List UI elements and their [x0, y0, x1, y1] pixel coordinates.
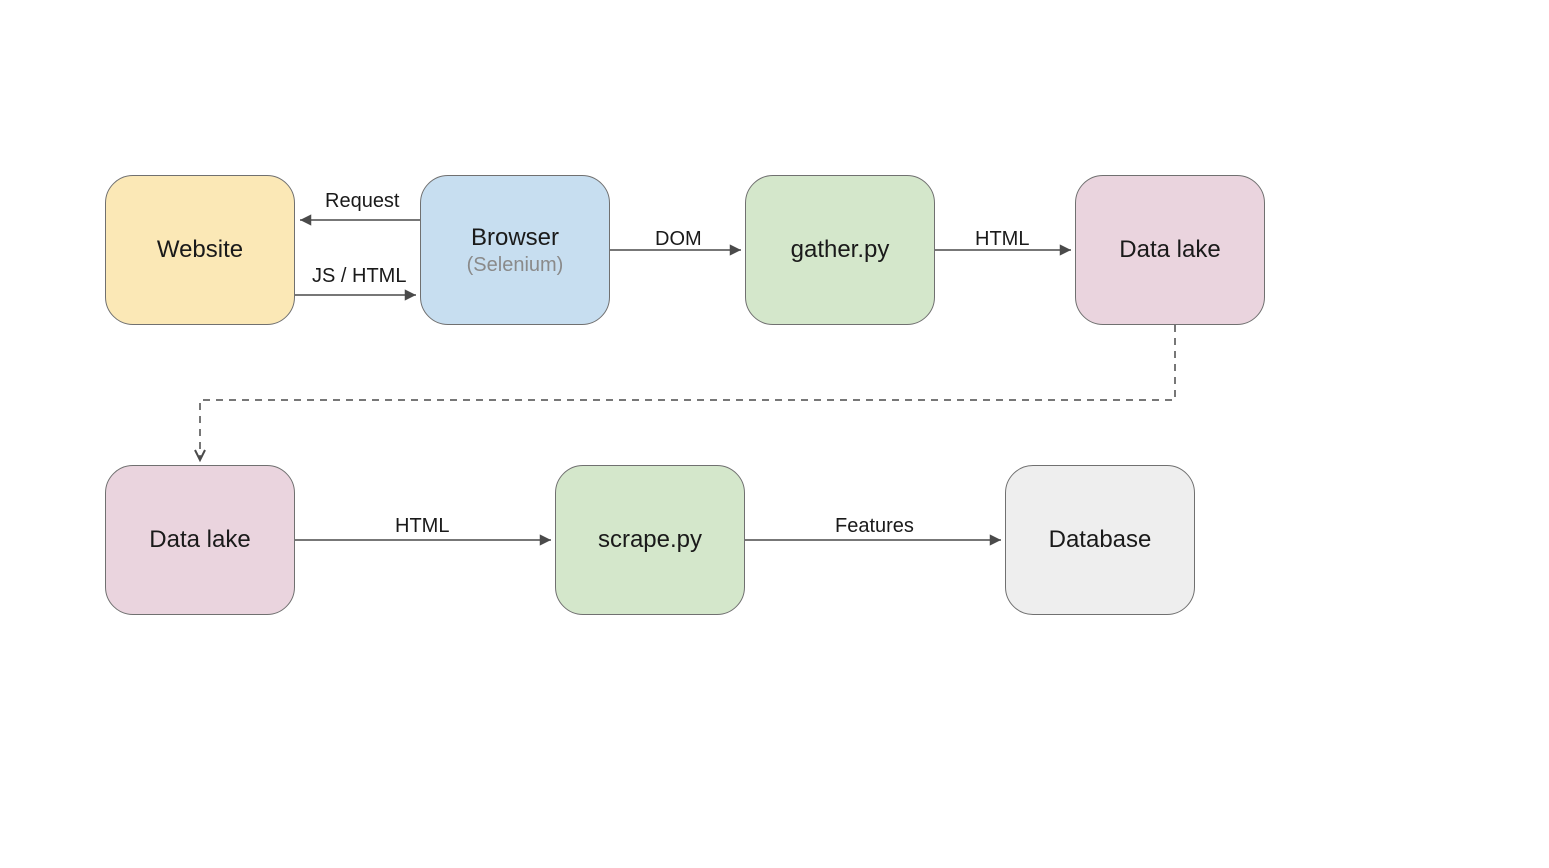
edge-label-html-top: HTML [975, 228, 1029, 251]
node-scrape-label: scrape.py [598, 526, 702, 554]
node-gather-label: gather.py [791, 236, 890, 264]
edge-label-features: Features [835, 515, 914, 538]
node-datalake-bottom-label: Data lake [149, 526, 250, 554]
node-browser-label: Browser [471, 224, 559, 252]
node-gather: gather.py [745, 175, 935, 325]
diagram-arrows [0, 0, 1549, 868]
node-website: Website [105, 175, 295, 325]
node-scrape: scrape.py [555, 465, 745, 615]
node-database-label: Database [1049, 526, 1152, 554]
node-website-label: Website [157, 236, 243, 264]
node-datalake-bottom: Data lake [105, 465, 295, 615]
node-browser-sublabel: (Selenium) [467, 254, 564, 277]
edge-dashed-flow [200, 325, 1175, 460]
node-datalake-top-label: Data lake [1119, 236, 1220, 264]
node-browser: Browser (Selenium) [420, 175, 610, 325]
edge-label-dom: DOM [655, 228, 702, 251]
edge-label-request: Request [325, 190, 400, 213]
node-datalake-top: Data lake [1075, 175, 1265, 325]
node-database: Database [1005, 465, 1195, 615]
edge-label-jshtml: JS / HTML [312, 265, 406, 288]
edge-label-html-bottom: HTML [395, 515, 449, 538]
